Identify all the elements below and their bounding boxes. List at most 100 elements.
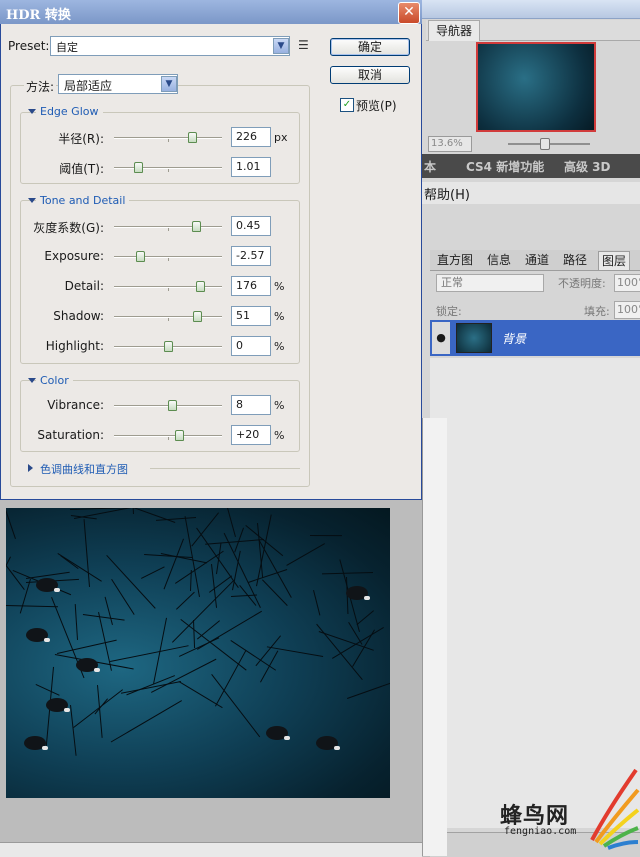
preset-select[interactable] xyxy=(50,36,290,56)
layer-name[interactable]: 背景 xyxy=(502,330,526,347)
tab-channels[interactable]: 通道 xyxy=(522,251,552,269)
detail-track[interactable] xyxy=(114,286,222,287)
saturation-slider-knob[interactable] xyxy=(175,430,184,441)
vibrance-field[interactable]: 8 xyxy=(231,395,271,415)
tab-info[interactable]: 信息 xyxy=(484,251,514,269)
edge-glow-title[interactable]: Edge Glow xyxy=(36,105,103,118)
branch-mark xyxy=(216,508,236,537)
close-button[interactable]: ✕ xyxy=(398,2,420,24)
branch-mark xyxy=(161,552,208,564)
ok-button[interactable]: 确定 xyxy=(330,38,410,56)
shadow-track[interactable] xyxy=(114,316,222,317)
branch-mark xyxy=(70,705,78,757)
fill-label: 填充: xyxy=(584,305,610,318)
exposure-field[interactable]: -2.57 xyxy=(231,246,271,266)
navigator-zoom-knob[interactable] xyxy=(540,138,550,150)
workspace-item-basic[interactable]: 本 xyxy=(424,158,436,175)
detail-slider-knob[interactable] xyxy=(196,281,205,292)
shadow-field[interactable]: 51 xyxy=(231,306,271,326)
branch-mark xyxy=(309,535,342,537)
radius-unit: px xyxy=(274,131,288,144)
threshold-field[interactable]: 1.01 xyxy=(231,157,271,177)
branch-mark xyxy=(82,613,125,621)
opacity-label: 不透明度: xyxy=(558,277,606,290)
branch-mark xyxy=(178,680,223,708)
branch-mark xyxy=(346,682,390,699)
document-image[interactable] xyxy=(6,508,390,798)
exposure-slider-knob[interactable] xyxy=(136,251,145,262)
highlight-unit: % xyxy=(274,340,285,353)
navigator-zoom-field[interactable]: 13.6% xyxy=(428,136,472,152)
highlight-slider-knob[interactable] xyxy=(164,341,173,352)
workspace-item-3d[interactable]: 高级 3D xyxy=(564,158,611,175)
chevron-down-icon[interactable]: ▼ xyxy=(273,38,289,54)
section-divider xyxy=(150,468,300,469)
tab-layers[interactable]: 图层 xyxy=(598,251,631,270)
color-title[interactable]: Color xyxy=(36,374,73,387)
shoe-mark xyxy=(64,708,70,712)
detail-field[interactable]: 176 xyxy=(231,276,271,296)
shadow-slider-knob[interactable] xyxy=(193,311,202,322)
collapse-triangle-icon[interactable] xyxy=(28,378,36,383)
preset-options-icon[interactable]: ☰ xyxy=(298,38,309,52)
exposure-track[interactable] xyxy=(114,256,222,257)
tone-detail-title[interactable]: Tone and Detail xyxy=(36,194,130,207)
shadow-unit: % xyxy=(274,310,285,323)
horizontal-scrollbar[interactable] xyxy=(0,842,422,857)
watermark-url: fengniao.com xyxy=(504,826,577,837)
threshold-track[interactable] xyxy=(114,167,222,168)
branch-mark xyxy=(318,630,374,651)
radius-tick xyxy=(168,139,169,142)
blend-mode-select[interactable]: 正常 xyxy=(436,274,544,292)
curve-histogram-title[interactable]: 色调曲线和直方图 xyxy=(36,461,132,477)
branch-mark xyxy=(74,603,78,640)
layers-list xyxy=(430,358,640,828)
highlight-field[interactable]: 0 xyxy=(231,336,271,356)
menu-help[interactable]: 帮助(H) xyxy=(424,184,470,203)
shoe-mark xyxy=(334,746,340,750)
shoe-mark xyxy=(284,736,290,740)
saturation-track[interactable] xyxy=(114,435,222,436)
cancel-button[interactable]: 取消 xyxy=(330,66,410,84)
fill-field[interactable]: 100° xyxy=(614,301,640,319)
collapse-triangle-icon[interactable] xyxy=(28,109,36,114)
gamma-slider-knob[interactable] xyxy=(192,221,201,232)
threshold-slider-knob[interactable] xyxy=(134,162,143,173)
branch-mark xyxy=(193,620,196,649)
tab-histogram[interactable]: 直方图 xyxy=(434,251,476,269)
radius-slider-knob[interactable] xyxy=(188,132,197,143)
document-window-edge xyxy=(422,418,447,856)
expand-triangle-icon[interactable] xyxy=(28,464,33,472)
dialog-title: HDR 转换 xyxy=(6,8,71,23)
saturation-tick xyxy=(168,437,169,440)
branch-mark xyxy=(35,684,60,696)
shoe-mark xyxy=(42,746,48,750)
exposure-label: Exposure: xyxy=(44,249,104,263)
saturation-field[interactable]: +20 xyxy=(231,425,271,445)
tab-navigator[interactable]: 导航器 xyxy=(428,20,480,41)
opacity-field[interactable]: 100° xyxy=(614,274,640,292)
preview-label: 预览(P) xyxy=(356,99,397,113)
branch-mark xyxy=(151,659,217,694)
branch-mark xyxy=(110,700,183,743)
preset-value: 自定 xyxy=(56,41,78,54)
navigator-thumbnail[interactable] xyxy=(476,42,596,132)
eye-icon[interactable]: ● xyxy=(432,322,450,354)
chevron-down-icon[interactable]: ▼ xyxy=(161,76,177,92)
radius-track[interactable] xyxy=(114,137,222,138)
gamma-track[interactable] xyxy=(114,226,222,227)
collapse-triangle-icon[interactable] xyxy=(28,198,36,203)
vibrance-slider-knob[interactable] xyxy=(168,400,177,411)
gamma-field[interactable]: 0.45 xyxy=(231,216,271,236)
branch-mark xyxy=(331,627,384,660)
radius-field[interactable]: 226 xyxy=(231,127,271,147)
shadow-label: Shadow: xyxy=(53,309,104,323)
threshold-label: 阈值(T): xyxy=(59,162,104,176)
method-label: 方法: xyxy=(24,78,57,95)
watermark-logo-icon xyxy=(590,768,640,850)
workspace-item-cs4[interactable]: CS4 新增功能 xyxy=(466,158,544,175)
branch-mark xyxy=(6,535,26,591)
preview-checkbox[interactable]: ✓ xyxy=(340,98,354,112)
branch-mark xyxy=(163,538,184,590)
tab-paths[interactable]: 路径 xyxy=(560,251,590,269)
